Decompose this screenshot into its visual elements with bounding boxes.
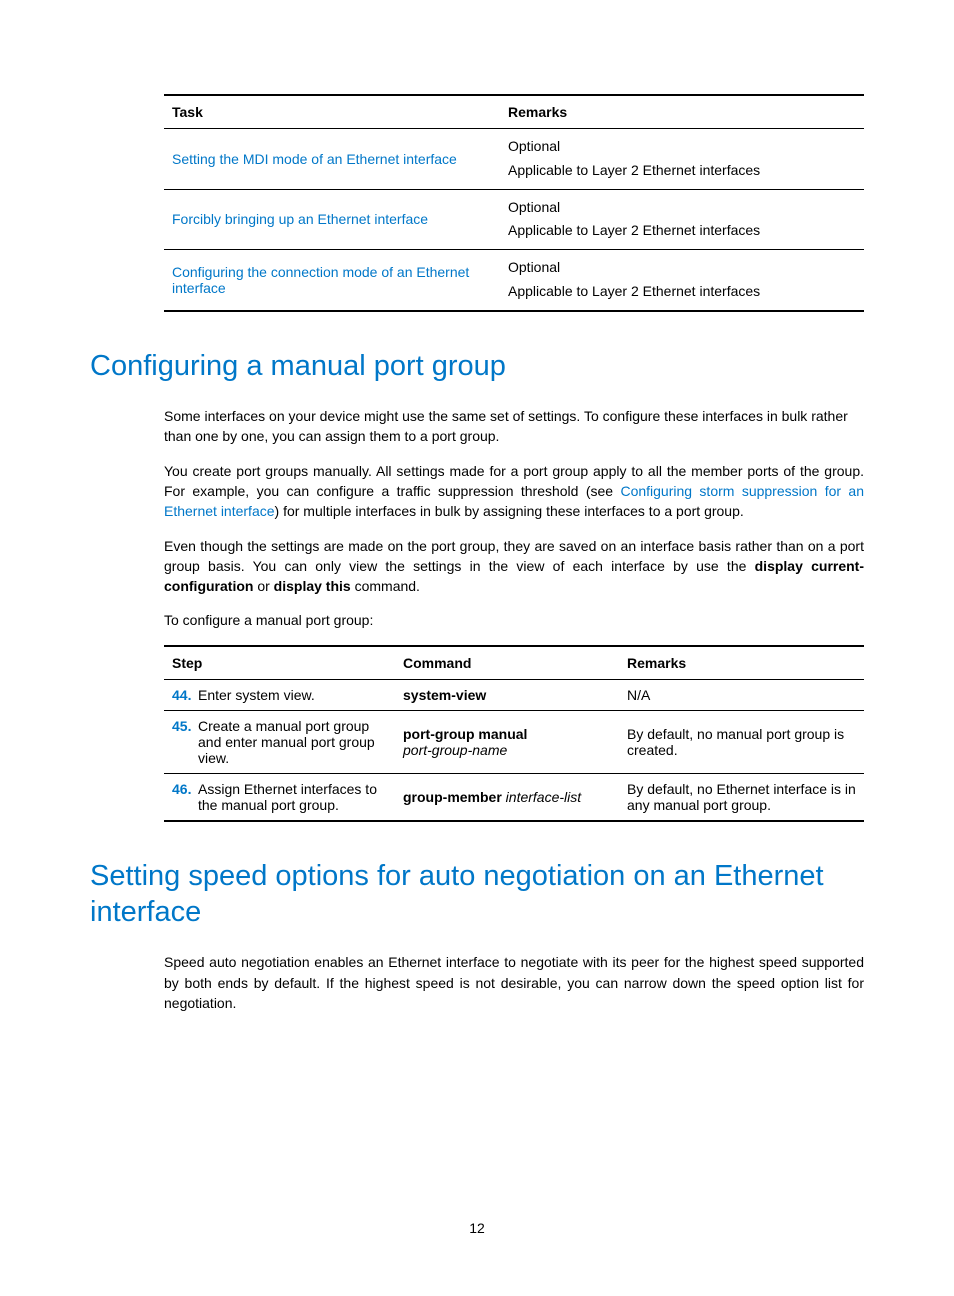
remark-text: Applicable to Layer 2 Ethernet interface… (508, 283, 760, 299)
command-text: group-member (403, 789, 502, 805)
step-number: 45. (172, 718, 198, 734)
table-row: 44.Enter system view. system-view N/A (164, 679, 864, 710)
step-number: 44. (172, 687, 198, 703)
step-command-table: Step Command Remarks 44.Enter system vie… (164, 645, 864, 822)
section-heading-speed-options: Setting speed options for auto negotiati… (90, 858, 864, 931)
table-row: 45.Create a manual port group and enter … (164, 710, 864, 773)
paragraph: Even though the settings are made on the… (164, 536, 864, 597)
paragraph: Speed auto negotiation enables an Ethern… (164, 952, 864, 1013)
command-text: system-view (403, 687, 486, 703)
paragraph: Some interfaces on your device might use… (164, 406, 864, 447)
remark-text: Applicable to Layer 2 Ethernet interface… (508, 162, 760, 178)
task-link[interactable]: Forcibly bringing up an Ethernet interfa… (172, 211, 428, 227)
command-header: Command (395, 646, 619, 680)
task-header: Task (164, 95, 500, 129)
step-header: Step (164, 646, 395, 680)
remark-text: Optional (508, 138, 560, 154)
step-text: Assign Ethernet interfaces to the manual… (198, 781, 383, 813)
step-number: 46. (172, 781, 198, 797)
remark-text: Optional (508, 259, 560, 275)
command-arg: port-group-name (403, 742, 507, 758)
task-link[interactable]: Setting the MDI mode of an Ethernet inte… (172, 151, 457, 167)
paragraph: You create port groups manually. All set… (164, 461, 864, 522)
remark-text: Applicable to Layer 2 Ethernet interface… (508, 222, 760, 238)
task-link[interactable]: Configuring the connection mode of an Et… (172, 264, 469, 296)
table-row: 46.Assign Ethernet interfaces to the man… (164, 773, 864, 821)
table-row: Forcibly bringing up an Ethernet interfa… (164, 189, 864, 250)
remark-text: Optional (508, 199, 560, 215)
table-row: Setting the MDI mode of an Ethernet inte… (164, 129, 864, 190)
remark-text: N/A (619, 679, 864, 710)
remarks-header: Remarks (619, 646, 864, 680)
remarks-header: Remarks (500, 95, 864, 129)
command-arg: interface-list (502, 789, 581, 805)
paragraph: To configure a manual port group: (164, 610, 864, 630)
task-remarks-table: Task Remarks Setting the MDI mode of an … (164, 94, 864, 312)
cmd-display-this: display this (274, 578, 351, 594)
remark-text: By default, no Ethernet interface is in … (619, 773, 864, 821)
step-text: Create a manual port group and enter man… (198, 718, 383, 766)
page-number: 12 (0, 1220, 954, 1236)
section-heading-port-group: Configuring a manual port group (90, 348, 864, 384)
remark-text: By default, no manual port group is crea… (619, 710, 864, 773)
command-text: port-group manual (403, 726, 527, 742)
table-row: Configuring the connection mode of an Et… (164, 250, 864, 311)
step-text: Enter system view. (198, 687, 383, 703)
